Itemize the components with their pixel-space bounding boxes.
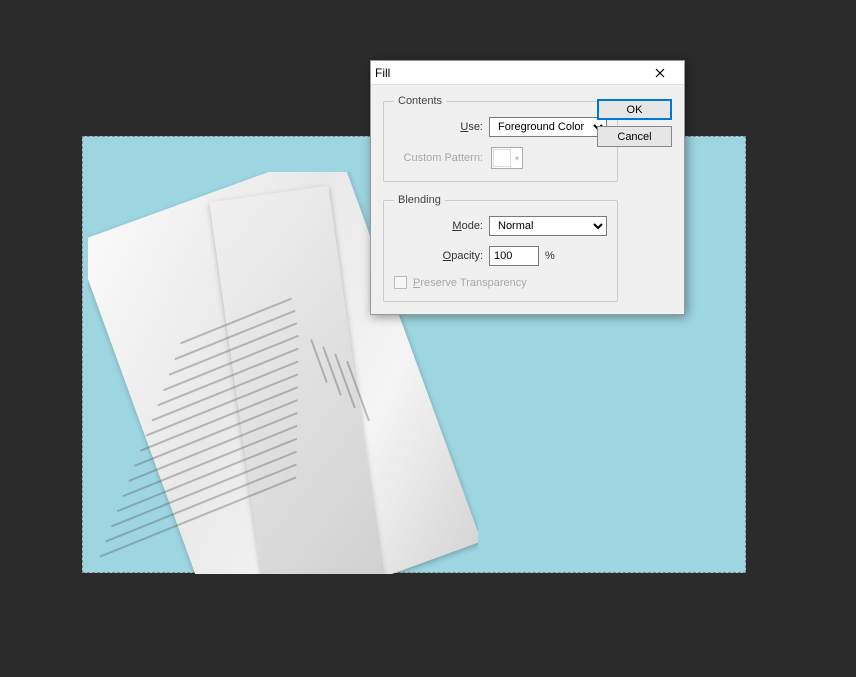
dialog-titlebar[interactable]: Fill — [371, 61, 684, 85]
mode-select[interactable]: Normal — [489, 216, 607, 236]
cancel-button[interactable]: Cancel — [597, 126, 672, 147]
use-select[interactable]: Foreground Color — [489, 117, 607, 137]
opacity-unit: % — [545, 250, 555, 262]
blending-group: Blending Mode: Normal Opacity: % Preserv… — [383, 194, 618, 302]
fill-dialog: Fill Contents Use: Foreground Color Cust… — [370, 60, 685, 315]
opacity-input[interactable] — [489, 246, 539, 266]
close-icon — [655, 68, 665, 78]
chevron-down-icon: ▾ — [512, 148, 522, 168]
opacity-label: Opacity: — [394, 250, 489, 262]
preserve-transparency-label: Preserve Transparency — [413, 277, 527, 289]
custom-pattern-label: Custom Pattern: — [394, 152, 489, 164]
pattern-swatch: ▾ — [491, 147, 523, 169]
close-button[interactable] — [640, 62, 680, 84]
mode-label: Mode: — [394, 220, 489, 232]
dialog-title: Fill — [375, 66, 390, 80]
blending-legend: Blending — [394, 194, 445, 206]
ok-button[interactable]: OK — [597, 99, 672, 120]
contents-legend: Contents — [394, 95, 446, 107]
preserve-transparency-checkbox — [394, 276, 407, 289]
contents-group: Contents Use: Foreground Color Custom Pa… — [383, 95, 618, 182]
use-label: Use: — [394, 121, 489, 133]
